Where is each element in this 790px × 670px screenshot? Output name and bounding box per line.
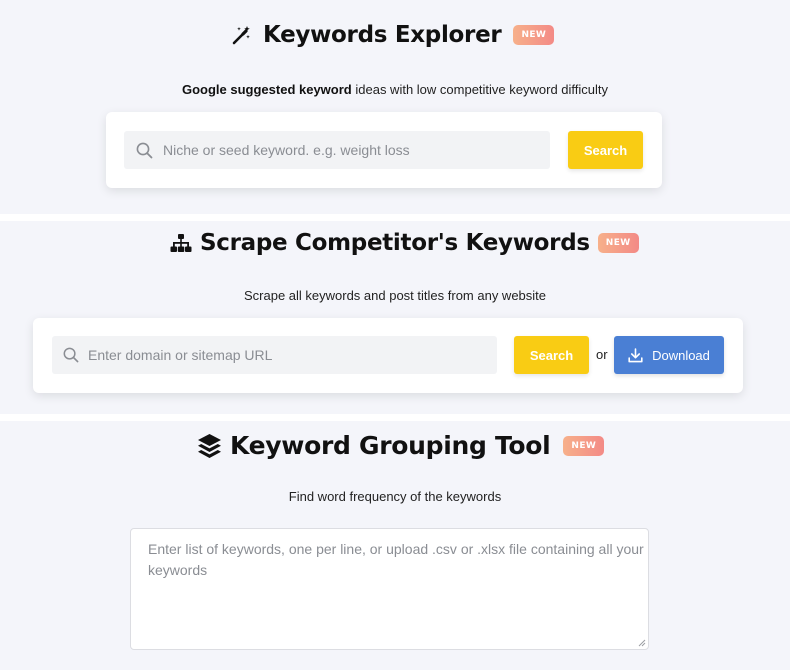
seed-keyword-input[interactable]: Niche or seed keyword. e.g. weight loss [124, 131, 550, 169]
search-icon [136, 142, 153, 158]
subtitle-bold: Google suggested keyword [181, 82, 352, 97]
scrape-search-button[interactable]: Search [514, 336, 589, 374]
section-divider [0, 414, 790, 421]
keywords-explorer-title: Keywords Explorer [263, 22, 502, 48]
subtitle-rest: ideas with low competitive keyword diffi… [351, 82, 609, 97]
domain-placeholder: Enter domain or sitemap URL [88, 347, 273, 363]
keyword-grouping-title: Keyword Grouping Tool [230, 431, 551, 460]
new-badge: NEW [513, 25, 555, 45]
new-badge: NEW [597, 233, 639, 253]
keywords-explorer-header: Keywords Explorer NEW [231, 22, 555, 48]
scrape-competitor-header: Scrape Competitor's Keywords NEW [170, 230, 639, 256]
download-label: Download [652, 347, 710, 363]
keywords-explorer-search-card: Niche or seed keyword. e.g. weight loss … [106, 112, 662, 188]
scrape-competitor-title: Scrape Competitor's Keywords [200, 230, 590, 256]
resize-handle-icon[interactable] [638, 639, 646, 647]
or-text: or [596, 347, 608, 362]
keywords-explorer-search-button[interactable]: Search [568, 131, 643, 169]
new-badge: NEW [563, 435, 605, 456]
domain-input[interactable]: Enter domain or sitemap URL [52, 336, 497, 374]
sitemap-icon [170, 233, 192, 253]
layers-icon [197, 433, 222, 459]
scrape-competitor-search-card: Enter domain or sitemap URL Search or Do… [33, 318, 743, 393]
section-divider [0, 214, 790, 221]
magic-wand-icon [231, 25, 251, 45]
seed-keyword-placeholder: Niche or seed keyword. e.g. weight loss [163, 142, 410, 158]
search-icon [63, 347, 79, 363]
keywords-textarea-placeholder: Enter list of keywords, one per line, or… [148, 541, 644, 578]
scrape-competitor-section: Scrape Competitor's Keywords NEW Scrape … [0, 222, 790, 414]
scrape-competitor-subtitle: Scrape all keywords and post titles from… [243, 288, 547, 303]
keywords-explorer-subtitle: Google suggested keyword ideas with low … [0, 82, 790, 97]
download-icon [628, 347, 643, 362]
keyword-grouping-header: Keyword Grouping Tool NEW [197, 431, 605, 460]
keywords-textarea[interactable]: Enter list of keywords, one per line, or… [130, 528, 649, 650]
keywords-explorer-section: Keywords Explorer NEW Google suggested k… [0, 0, 790, 214]
keyword-grouping-section: Keyword Grouping Tool NEW Find word freq… [0, 421, 790, 670]
keyword-grouping-subtitle: Find word frequency of the keywords [288, 489, 502, 504]
download-button[interactable]: Download [614, 336, 724, 374]
